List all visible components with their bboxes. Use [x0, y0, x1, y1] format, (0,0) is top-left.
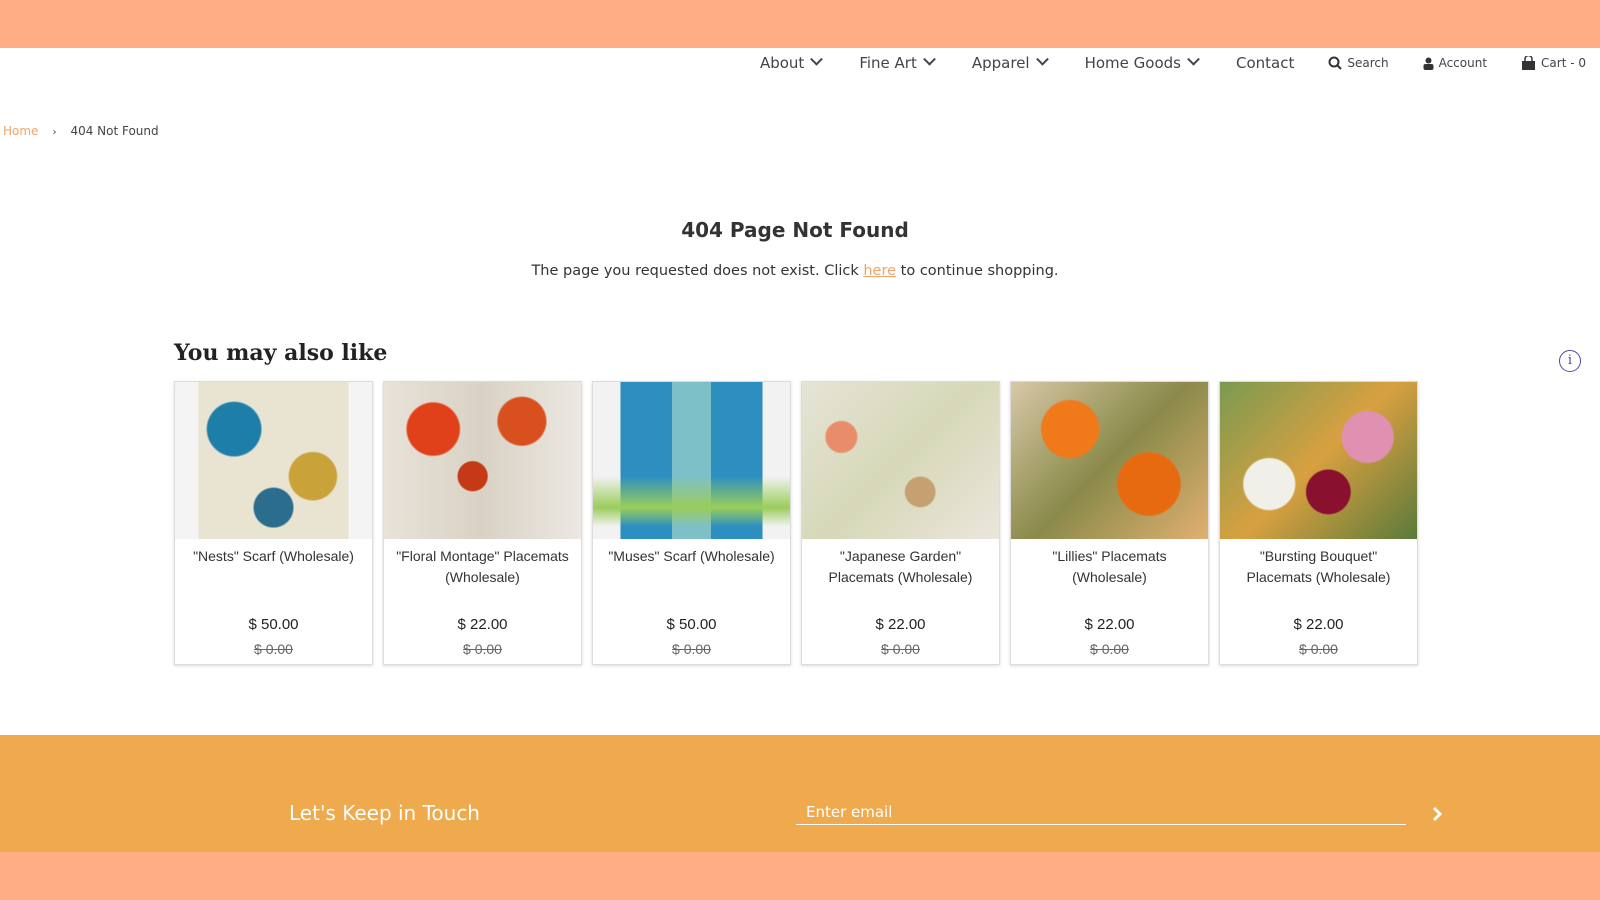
- breadcrumb-current: 404 Not Found: [70, 124, 159, 138]
- newsletter-title: Let's Keep in Touch: [289, 801, 480, 825]
- product-name[interactable]: "Lillies" Placemats (Wholesale): [1011, 539, 1208, 611]
- bottom-banner: [0, 852, 1600, 900]
- nav-apparel[interactable]: Apparel: [971, 52, 1049, 72]
- recommendations-heading: You may also like: [174, 340, 388, 366]
- product-name[interactable]: "Japanese Garden" Placemats (Wholesale): [802, 539, 999, 611]
- product-name[interactable]: "Nests" Scarf (Wholesale): [175, 539, 372, 611]
- newsletter-footer: Let's Keep in Touch: [0, 735, 1600, 852]
- search-icon: [1328, 56, 1343, 70]
- product-name[interactable]: "Floral Montage" Placemats (Wholesale): [384, 539, 581, 611]
- info-icon[interactable]: i: [1559, 350, 1581, 372]
- page-title: 404 Page Not Found: [681, 218, 909, 242]
- product-price: $ 50.00: [248, 616, 299, 633]
- breadcrumb-home[interactable]: Home: [3, 124, 38, 138]
- product-price: $ 22.00: [1084, 616, 1135, 633]
- product-carousel: "Nests" Scarf (Wholesale) $ 50.00 $ 0.00 "…: [174, 381, 1418, 665]
- account-label: Account: [1438, 56, 1488, 70]
- nav-about[interactable]: About: [759, 52, 824, 72]
- product-image[interactable]: [1011, 382, 1208, 539]
- nav-label: Fine Art: [859, 54, 917, 72]
- nav-contact[interactable]: Contact: [1236, 54, 1294, 72]
- cart-label: Cart - 0: [1541, 56, 1586, 70]
- compare-price: $ 0.00: [881, 641, 920, 657]
- product-image[interactable]: [384, 382, 581, 539]
- product-image[interactable]: [1220, 382, 1417, 539]
- user-icon: [1423, 57, 1434, 70]
- product-name[interactable]: "Bursting Bouquet" Placemats (Wholesale): [1220, 539, 1417, 611]
- compare-price: $ 0.00: [1090, 641, 1129, 657]
- product-price: $ 50.00: [666, 616, 717, 633]
- chevron-down-icon: [810, 52, 824, 66]
- product-price: $ 22.00: [1293, 616, 1344, 633]
- product-card[interactable]: "Bursting Bouquet" Placemats (Wholesale)…: [1219, 381, 1418, 665]
- breadcrumb-separator: ›: [52, 127, 57, 138]
- product-image[interactable]: [593, 382, 790, 539]
- compare-price: $ 0.00: [1299, 641, 1338, 657]
- nav-label: Home Goods: [1084, 54, 1181, 72]
- product-card[interactable]: "Nests" Scarf (Wholesale) $ 50.00 $ 0.00: [174, 381, 373, 665]
- product-card[interactable]: "Japanese Garden" Placemats (Wholesale) $…: [801, 381, 1000, 665]
- product-name[interactable]: "Muses" Scarf (Wholesale): [593, 539, 790, 611]
- nav-label: About: [759, 54, 805, 72]
- compare-price: $ 0.00: [463, 641, 502, 657]
- compare-price: $ 0.00: [672, 641, 711, 657]
- product-price: $ 22.00: [875, 616, 926, 633]
- search-label: Search: [1347, 56, 1389, 70]
- product-image[interactable]: [175, 382, 372, 539]
- submit-arrow-icon[interactable]: [1428, 805, 1446, 823]
- message-text: The page you requested does not exist. C…: [531, 263, 864, 279]
- product-card[interactable]: "Muses" Scarf (Wholesale) $ 50.00 $ 0.00: [592, 381, 791, 665]
- cart-link[interactable]: Cart - 0: [1521, 56, 1586, 70]
- chevron-down-icon: [1035, 52, 1049, 66]
- product-price: $ 22.00: [457, 616, 508, 633]
- shopping-bag-icon: [1522, 56, 1536, 70]
- product-card[interactable]: "Floral Montage" Placemats (Wholesale) $ …: [383, 381, 582, 665]
- nav-label: Apparel: [971, 54, 1030, 72]
- product-image[interactable]: [802, 382, 999, 539]
- search-link[interactable]: Search: [1328, 56, 1389, 70]
- nav-fine-art[interactable]: Fine Art: [859, 52, 936, 72]
- nav-home-goods[interactable]: Home Goods: [1084, 52, 1200, 72]
- compare-price: $ 0.00: [254, 641, 293, 657]
- email-input[interactable]: [796, 799, 1406, 825]
- main-nav: About Fine Art Apparel Home Goods Contac…: [722, 52, 1586, 74]
- product-card[interactable]: "Lillies" Placemats (Wholesale) $ 22.00 $ …: [1010, 381, 1209, 665]
- chevron-down-icon: [922, 52, 936, 66]
- top-banner: [0, 0, 1600, 48]
- chevron-down-icon: [1187, 52, 1200, 66]
- continue-shopping-link[interactable]: here: [863, 263, 896, 279]
- message-text: to continue shopping.: [896, 263, 1059, 279]
- account-link[interactable]: Account: [1423, 56, 1487, 70]
- breadcrumb: Home › 404 Not Found: [3, 124, 159, 138]
- not-found-message: The page you requested does not exist. C…: [0, 263, 1590, 279]
